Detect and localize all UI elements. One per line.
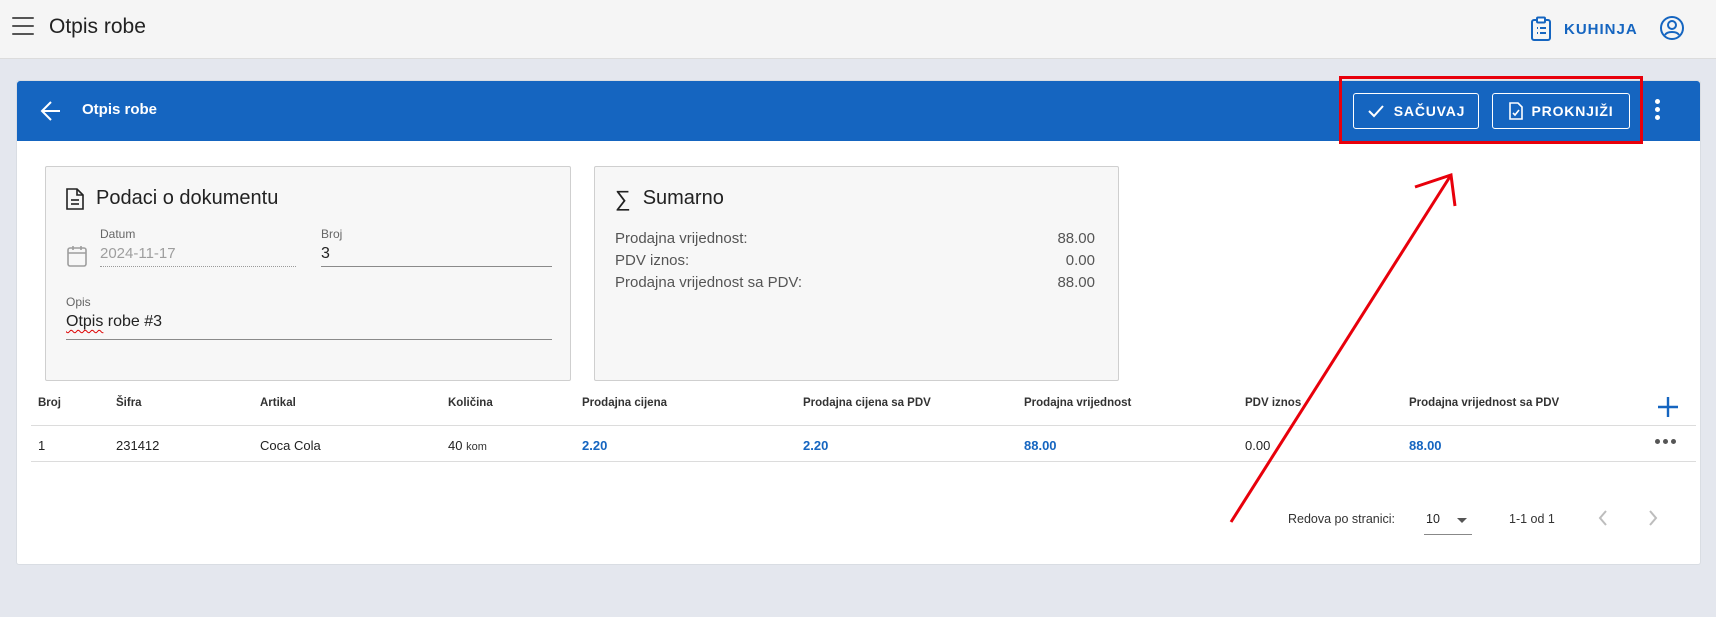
cell-prodajna-cijena[interactable]: 2.20 bbox=[582, 438, 607, 453]
summary-row-value: 88.00 bbox=[1057, 274, 1095, 291]
page-title: Otpis robe bbox=[49, 15, 146, 38]
caret-down-icon bbox=[1457, 518, 1467, 523]
document-card: Otpis robe SAČUVAJ PROKNJIŽI Podaci o do… bbox=[16, 80, 1701, 565]
kitchen-label: KUHINJA bbox=[1564, 20, 1638, 38]
rows-per-page-value: 10 bbox=[1426, 512, 1440, 526]
description-value-rest: robe #3 bbox=[103, 313, 163, 330]
column-header-prodajna-vrijednost-pdv[interactable]: Prodajna vrijednost sa PDV bbox=[1409, 397, 1559, 409]
cell-broj: 1 bbox=[38, 438, 46, 453]
summary-title: Sumarno bbox=[642, 187, 724, 209]
column-header-prodajna-cijena-pdv[interactable]: Prodajna cijena sa PDV bbox=[803, 397, 931, 409]
column-header-prodajna-vrijednost[interactable]: Prodajna vrijednost bbox=[1024, 397, 1131, 409]
clipboard-list-icon bbox=[1531, 16, 1551, 41]
summary-row: PDV iznos: 0.00 bbox=[615, 252, 1095, 269]
hamburger-icon[interactable] bbox=[12, 17, 34, 37]
toolbar-title: Otpis robe bbox=[82, 101, 158, 118]
chevron-right-icon[interactable] bbox=[1646, 508, 1660, 528]
number-underline bbox=[321, 266, 552, 267]
cell-kolicina: 40 kom bbox=[448, 438, 487, 453]
description-label: Opis bbox=[66, 295, 91, 309]
document-info-title: Podaci o dokumentu bbox=[96, 187, 279, 209]
summary-row-value: 0.00 bbox=[1065, 252, 1095, 269]
kitchen-button[interactable]: KUHINJA bbox=[1530, 14, 1638, 44]
cell-prodajna-vrijednost[interactable]: 88.00 bbox=[1024, 438, 1057, 453]
summary-row: Prodajna vrijednost: 88.00 bbox=[615, 230, 1095, 247]
summary-row-label: Prodajna vrijednost sa PDV: bbox=[615, 274, 803, 291]
row-more-icon[interactable] bbox=[1655, 439, 1676, 444]
date-field: 2024-11-17 bbox=[100, 245, 176, 262]
cell-artikal: Coca Cola bbox=[260, 438, 321, 453]
rows-per-page-label: Redova po stranici: bbox=[1288, 512, 1396, 526]
summary-header: ∑ Sumarno bbox=[615, 187, 724, 210]
summary-row-label: Prodajna vrijednost: bbox=[615, 230, 748, 247]
cell-prodajna-vrijednost-pdv[interactable]: 88.00 bbox=[1409, 438, 1442, 453]
column-header-artikal[interactable]: Artikal bbox=[260, 397, 296, 409]
cell-prodajna-cijena-pdv[interactable]: 2.20 bbox=[803, 438, 828, 453]
column-header-pdv-iznos[interactable]: PDV iznos bbox=[1245, 397, 1301, 409]
cell-pdv-iznos: 0.00 bbox=[1245, 438, 1271, 453]
table-row-divider bbox=[31, 461, 1696, 462]
column-header-kolicina[interactable]: Količina bbox=[448, 397, 493, 409]
description-value-misspelled: Otpis bbox=[66, 313, 104, 330]
quantity-value: 40 bbox=[448, 438, 463, 453]
column-header-prodajna-cijena[interactable]: Prodajna cijena bbox=[582, 397, 667, 409]
app-bar: Otpis robe KUHINJA bbox=[0, 0, 1716, 59]
document-info-header: Podaci o dokumentu bbox=[66, 187, 278, 210]
rows-per-page-select[interactable]: 10 bbox=[1424, 505, 1472, 535]
account-circle-icon[interactable] bbox=[1659, 15, 1685, 41]
summary-row-label: PDV iznos: bbox=[615, 252, 690, 269]
annotation-highlight-box bbox=[1339, 76, 1643, 144]
quantity-unit: kom bbox=[466, 441, 487, 453]
number-field[interactable]: 3 bbox=[321, 245, 330, 263]
column-header-broj[interactable]: Broj bbox=[38, 397, 61, 409]
sigma-icon: ∑ bbox=[615, 185, 631, 211]
column-header-sifra[interactable]: Šifra bbox=[116, 397, 142, 409]
table-header-divider bbox=[31, 425, 1696, 426]
document-icon bbox=[66, 187, 84, 210]
description-field[interactable]: Otpis robe #3 bbox=[66, 313, 162, 331]
document-info-panel: Podaci o dokumentu Datum 2024-11-17 Broj… bbox=[45, 166, 571, 381]
pagination-range: 1-1 od 1 bbox=[1509, 512, 1555, 526]
add-item-icon[interactable] bbox=[1657, 396, 1679, 418]
date-underline bbox=[100, 266, 296, 267]
summary-row-value: 88.00 bbox=[1057, 230, 1095, 247]
summary-panel: ∑ Sumarno Prodajna vrijednost: 88.00 PDV… bbox=[594, 166, 1119, 381]
more-vertical-icon[interactable] bbox=[1653, 99, 1661, 123]
chevron-left-icon[interactable] bbox=[1596, 508, 1610, 528]
summary-row: Prodajna vrijednost sa PDV: 88.00 bbox=[615, 274, 1095, 291]
date-label: Datum bbox=[100, 227, 136, 241]
description-underline bbox=[66, 339, 552, 340]
calendar-icon bbox=[67, 246, 87, 267]
cell-sifra: 231412 bbox=[116, 438, 160, 453]
number-label: Broj bbox=[321, 227, 343, 241]
arrow-left-icon[interactable] bbox=[39, 99, 63, 123]
